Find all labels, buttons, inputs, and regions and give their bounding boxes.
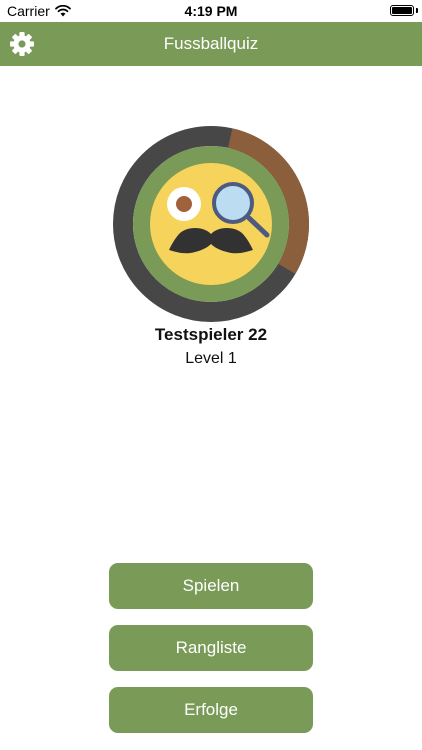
player-level: Level 1 [185,350,237,367]
avatar [113,126,309,322]
battery-icon [390,5,414,16]
play-button[interactable]: Spielen [109,563,313,609]
player-name: Testspieler 22 [154,325,268,344]
status-bar: Carrier 4:19 PM [0,0,422,22]
ranking-button[interactable]: Rangliste [109,625,313,671]
status-time: 4:19 PM [184,3,238,19]
battery-tip [416,8,418,13]
page-title: Fussballquiz [163,34,259,53]
battery-fill [392,7,412,14]
achievements-button[interactable]: Erfolge [109,687,313,733]
monocle-mustache-emoji-icon [150,163,272,285]
nav-bar: Fussballquiz [0,22,422,66]
